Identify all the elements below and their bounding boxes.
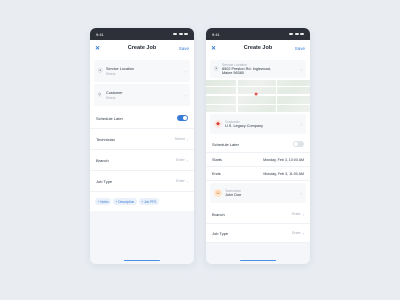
branch-value: Enter xyxy=(176,158,185,162)
customer-label: Customer xyxy=(106,90,123,95)
branch-field[interactable]: Branch Enter › xyxy=(90,150,194,171)
add-notes-chip[interactable]: + Notes xyxy=(95,198,112,205)
map-preview[interactable]: ● xyxy=(206,80,310,112)
home-indicator xyxy=(124,259,160,261)
technician-value: John Doe xyxy=(225,193,242,197)
status-icons xyxy=(173,32,188,36)
chevron-right-icon: › xyxy=(300,66,302,72)
job-type-field[interactable]: Job Type Enter › xyxy=(90,171,194,192)
form: ⦿ Service Location Select › ⚲ Customer S… xyxy=(90,56,194,211)
schedule-later-toggle[interactable] xyxy=(293,141,304,147)
starts-field[interactable]: Starts Monday, Feb 3, 10:00 AM xyxy=(206,153,310,167)
starts-value: Monday, Feb 3, 10:00 AM xyxy=(263,157,304,162)
job-type-value: Enter xyxy=(176,179,185,183)
chevron-right-icon: › xyxy=(186,178,188,184)
ends-field[interactable]: Ends Monday, Feb 3, 11:00 AM xyxy=(206,167,310,181)
close-icon[interactable]: ✕ xyxy=(95,45,109,52)
status-bar: 9:41 xyxy=(90,28,194,40)
job-type-value: Enter xyxy=(292,231,301,235)
technician-label: Technician xyxy=(96,136,115,142)
add-description-chip[interactable]: + Description xyxy=(113,198,137,205)
company-logo-icon: ◆ xyxy=(214,120,222,128)
customer-value: U.S. Legacy Company xyxy=(225,124,263,128)
schedule-later-label: Schedule Later xyxy=(96,115,123,121)
status-time: 9:41 xyxy=(212,31,220,37)
customer-value: Select xyxy=(106,95,116,100)
branch-label: Branch xyxy=(96,157,109,163)
home-indicator xyxy=(240,259,276,261)
ends-label: Ends xyxy=(212,171,221,176)
chevron-right-icon: › xyxy=(186,157,188,163)
schedule-later-row: Schedule Later xyxy=(206,136,310,153)
branch-field[interactable]: Branch Enter › xyxy=(206,205,310,224)
technician-value: Select xyxy=(174,137,185,141)
page-title: Create Job xyxy=(243,45,273,51)
nav-bar: ✕ Create Job Save xyxy=(90,40,194,56)
chevron-right-icon: › xyxy=(184,92,186,98)
location-pin-icon: ⦿ xyxy=(214,66,219,71)
chevron-right-icon: › xyxy=(184,68,186,74)
chevron-right-icon: › xyxy=(302,211,304,217)
add-job-pfs-chip[interactable]: + Job PFS xyxy=(138,198,159,205)
map-pin-icon: ● xyxy=(254,91,259,98)
technician-avatar: ☺ xyxy=(214,189,222,197)
customer-field[interactable]: ⚲ Customer Select › xyxy=(94,84,190,106)
job-type-field[interactable]: Job Type Enter › xyxy=(206,224,310,243)
service-location-value: Select xyxy=(106,71,116,76)
starts-label: Starts xyxy=(212,157,222,162)
chevron-right-icon: › xyxy=(300,121,302,127)
job-type-label: Job Type xyxy=(212,230,229,236)
chevron-right-icon: › xyxy=(186,136,188,142)
service-location-field[interactable]: ⦿ Service Location Select › xyxy=(94,60,190,82)
form: ⦿ Service Location 8502 Preston Rd. Ingl… xyxy=(206,56,310,243)
technician-field[interactable]: ☺ Technician John Doe › xyxy=(210,183,306,203)
schedule-later-row: Schedule Later xyxy=(90,108,194,129)
left-phone-screen: 9:41 ✕ Create Job Save ⦿ Service Locatio… xyxy=(90,28,194,264)
save-button[interactable]: Save xyxy=(175,46,189,51)
schedule-later-toggle[interactable] xyxy=(177,115,188,121)
chevron-right-icon: › xyxy=(300,190,302,196)
status-bar: 9:41 xyxy=(206,28,310,40)
location-pin-icon: ⦿ xyxy=(98,68,103,73)
nav-bar: ✕ Create Job Save xyxy=(206,40,310,56)
service-location-label: Service Location xyxy=(106,66,135,71)
status-icons xyxy=(289,32,304,36)
technician-field[interactable]: Technician Select › xyxy=(90,129,194,150)
right-phone-screen: 9:41 ✕ Create Job Save ⦿ Service Locatio… xyxy=(206,28,310,264)
ends-value: Monday, Feb 3, 11:00 AM xyxy=(263,171,304,176)
service-location-line2: Maine 98380 xyxy=(222,71,244,75)
save-button[interactable]: Save xyxy=(291,46,305,51)
schedule-later-label: Schedule Later xyxy=(212,141,239,147)
branch-value: Enter xyxy=(292,212,301,216)
close-icon[interactable]: ✕ xyxy=(211,45,225,52)
add-chips: + Notes + Description + Job PFS xyxy=(90,192,194,211)
page-title: Create Job xyxy=(127,45,157,51)
chevron-right-icon: › xyxy=(302,230,304,236)
user-icon: ⚲ xyxy=(98,92,102,97)
status-time: 9:41 xyxy=(96,31,104,37)
service-location-field[interactable]: ⦿ Service Location 8502 Preston Rd. Ingl… xyxy=(210,60,306,78)
branch-label: Branch xyxy=(212,211,225,217)
customer-field[interactable]: ◆ Customer U.S. Legacy Company › xyxy=(210,114,306,134)
job-type-label: Job Type xyxy=(96,178,113,184)
